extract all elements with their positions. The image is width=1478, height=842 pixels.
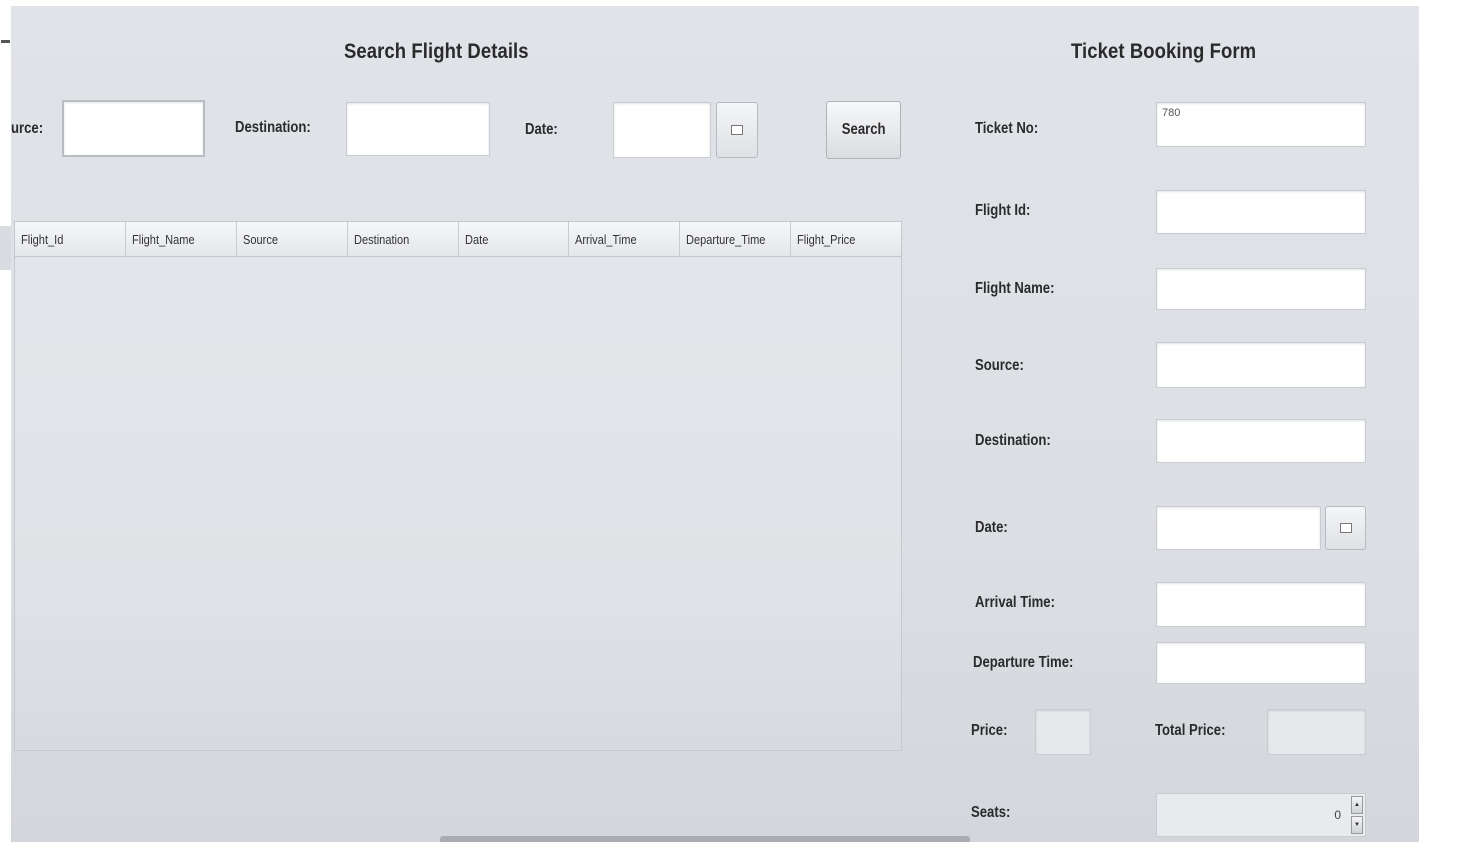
date-label: Date: <box>975 519 1008 536</box>
date-label: Date: <box>525 121 558 138</box>
search-button-label: Search <box>841 121 886 138</box>
seats-spinner[interactable]: 0 ▲ ▼ <box>1156 793 1366 837</box>
source-label: urce: <box>11 120 44 137</box>
flights-table[interactable]: Flight_Id Flight_Name Source Destination… <box>14 221 902 751</box>
column-header[interactable]: Arrival_Time <box>569 222 681 256</box>
spinner-up-icon[interactable]: ▲ <box>1351 796 1363 814</box>
column-header[interactable]: Flight_Name <box>126 222 237 256</box>
column-header-label: Arrival_Time <box>575 231 637 247</box>
column-header[interactable]: Source <box>237 222 348 256</box>
search-date-picker-button[interactable] <box>716 102 758 158</box>
flight-id-field[interactable] <box>1156 190 1366 234</box>
seats-label: Seats: <box>971 804 1011 821</box>
destination-field[interactable] <box>1156 419 1366 463</box>
column-header[interactable]: Departure_Time <box>680 222 792 256</box>
departure-time-label: Departure Time: <box>973 654 1074 671</box>
destination-label: Destination: <box>235 119 311 136</box>
source-label: Source: <box>975 357 1024 374</box>
column-header-label: Flight_Name <box>131 231 195 247</box>
seats-value: 0 <box>1334 808 1341 822</box>
column-header[interactable]: Date <box>459 222 570 256</box>
search-title: Search Flight Details <box>344 40 529 63</box>
total-price-field[interactable] <box>1267 709 1366 755</box>
calendar-icon <box>731 125 743 135</box>
destination-label: Destination: <box>975 432 1051 449</box>
column-header-label: Destination <box>353 231 409 247</box>
search-button[interactable]: Search <box>826 101 901 159</box>
table-header: Flight_Id Flight_Name Source Destination… <box>15 222 901 257</box>
ticket-no-field[interactable]: 780 <box>1156 102 1366 147</box>
column-header-label: Flight_Id <box>21 231 64 247</box>
column-header[interactable]: Flight_Price <box>791 222 901 256</box>
flight-name-field[interactable] <box>1156 268 1366 310</box>
arrival-time-label: Arrival Time: <box>975 594 1055 611</box>
spinner-down-icon[interactable]: ▼ <box>1351 816 1363 834</box>
price-label: Price: <box>971 722 1008 739</box>
column-header-label: Flight_Price <box>797 231 856 247</box>
departure-time-field[interactable] <box>1156 642 1366 684</box>
flight-name-label: Flight Name: <box>975 280 1055 297</box>
booking-title: Ticket Booking Form <box>1071 40 1257 63</box>
column-header[interactable]: Destination <box>348 222 459 256</box>
column-header-label: Departure_Time <box>686 231 766 247</box>
search-destination-input[interactable] <box>346 102 490 156</box>
date-picker-button[interactable] <box>1325 506 1366 550</box>
column-header-label: Date <box>464 231 488 247</box>
flight-id-label: Flight Id: <box>975 202 1031 219</box>
calendar-icon <box>1339 523 1352 533</box>
source-field[interactable] <box>1156 342 1366 388</box>
price-field[interactable] <box>1035 709 1091 755</box>
search-source-input[interactable] <box>62 100 205 157</box>
search-date-input[interactable] <box>613 102 711 158</box>
spinner-buttons: ▲ ▼ <box>1351 796 1363 834</box>
date-field[interactable] <box>1156 506 1321 550</box>
total-price-label: Total Price: <box>1155 722 1226 739</box>
window-icon <box>1 40 10 43</box>
arrival-time-field[interactable] <box>1156 582 1366 627</box>
ticket-no-label: Ticket No: <box>975 120 1039 137</box>
horizontal-scrollbar[interactable] <box>440 836 970 842</box>
column-header-label: Source <box>242 231 278 247</box>
column-header[interactable]: Flight_Id <box>15 222 126 256</box>
